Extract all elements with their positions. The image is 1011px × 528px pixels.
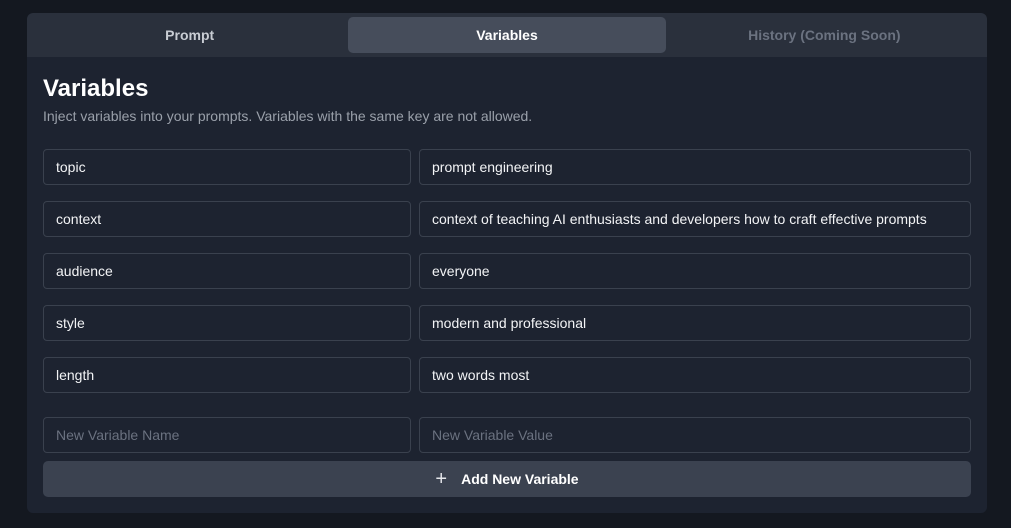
- variables-content: Variables Inject variables into your pro…: [27, 57, 987, 497]
- variables-panel: Prompt Variables History (Coming Soon) V…: [27, 13, 987, 513]
- new-variable-row: [43, 417, 971, 453]
- variable-name-field[interactable]: audience: [43, 253, 411, 289]
- tab-prompt[interactable]: Prompt: [31, 17, 348, 53]
- variable-name-field[interactable]: context: [43, 201, 411, 237]
- section-title: Variables: [43, 75, 149, 102]
- variable-value-field[interactable]: modern and professional: [419, 305, 971, 341]
- variable-value-field[interactable]: everyone: [419, 253, 971, 289]
- variable-row: style modern and professional: [43, 305, 971, 341]
- variable-row: topic prompt engineering: [43, 149, 971, 185]
- variable-value-field[interactable]: two words most: [419, 357, 971, 393]
- variable-name-field[interactable]: length: [43, 357, 411, 393]
- plus-icon: +: [435, 468, 448, 490]
- tab-bar: Prompt Variables History (Coming Soon): [27, 13, 987, 57]
- variable-row: length two words most: [43, 357, 971, 393]
- add-new-variable-label: Add New Variable: [461, 471, 579, 487]
- tab-history: History (Coming Soon): [748, 27, 901, 43]
- variable-list: topic prompt engineering context context…: [43, 149, 971, 393]
- variable-value-field[interactable]: context of teaching AI enthusiasts and d…: [419, 201, 971, 237]
- variable-name-field[interactable]: topic: [43, 149, 411, 185]
- variable-name-field[interactable]: style: [43, 305, 411, 341]
- add-new-variable-button[interactable]: + Add New Variable: [43, 461, 971, 497]
- variable-row: context context of teaching AI enthusias…: [43, 201, 971, 237]
- new-variable-value-input[interactable]: [419, 417, 971, 453]
- new-variable-name-input[interactable]: [43, 417, 411, 453]
- variable-row: audience everyone: [43, 253, 971, 289]
- variable-value-field[interactable]: prompt engineering: [419, 149, 971, 185]
- section-subtitle: Inject variables into your prompts. Vari…: [43, 108, 533, 124]
- tab-variables[interactable]: Variables: [348, 17, 666, 53]
